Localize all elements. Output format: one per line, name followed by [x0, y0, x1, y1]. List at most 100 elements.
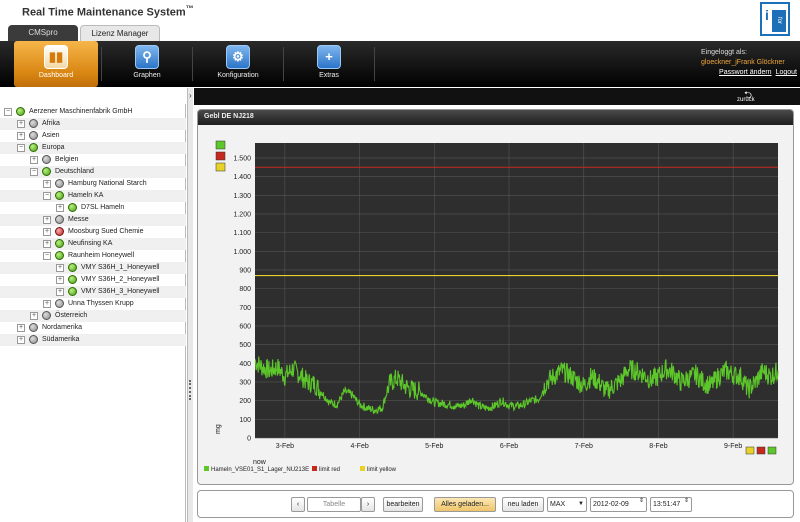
tree-item[interactable]: − Raunheim Honeywell	[0, 250, 186, 262]
back-button[interactable]: ⮌ zurück	[737, 88, 761, 105]
tree-item[interactable]: + Österreich	[0, 310, 186, 322]
y-tick-label: 1.500	[233, 155, 251, 162]
chevron-down-icon: ▼	[578, 501, 584, 507]
time-field[interactable]: 13:51:47 ⇕	[650, 497, 692, 512]
expand-icon[interactable]: +	[17, 132, 25, 140]
tree-item[interactable]: + Afrika	[0, 118, 186, 130]
tree-item[interactable]: + VMY S36H_1_Honeywell	[0, 262, 186, 274]
status-grey-icon	[29, 323, 38, 332]
tree-item[interactable]: + Neufinsing KA	[0, 238, 186, 250]
status-green-icon	[55, 191, 64, 200]
range-value: MAX	[550, 501, 566, 508]
y-tick-label: 300	[239, 379, 251, 386]
change-password-link[interactable]: Passwort ändern	[719, 69, 772, 76]
status-green-icon	[55, 251, 64, 260]
tree-item[interactable]: + Hamburg National Starch	[0, 178, 186, 190]
expand-icon[interactable]: +	[17, 324, 25, 332]
x-start-label: now	[253, 459, 267, 466]
tree-item[interactable]: + Messe	[0, 214, 186, 226]
collapse-icon[interactable]: −	[17, 144, 25, 152]
collapse-icon[interactable]: −	[4, 108, 12, 116]
tree-item[interactable]: + Südamerika	[0, 334, 186, 346]
tree-item-label: Moosburg Sued Chemie	[68, 228, 144, 235]
y-tick-label: 900	[239, 267, 251, 274]
nav-dashboard[interactable]: ▮▮ Dashboard	[14, 41, 98, 87]
status-green-icon	[29, 143, 38, 152]
tree-item-label: Afrika	[42, 120, 60, 127]
title-bar: Real Time Maintenance System™ i for	[0, 0, 800, 36]
logout-link[interactable]: Logout	[776, 69, 797, 76]
tab-cmspro[interactable]: CMSpro	[8, 25, 78, 41]
expand-icon[interactable]: +	[43, 228, 51, 236]
all-loaded-button[interactable]: Alles geladen...	[434, 497, 496, 512]
expand-icon[interactable]: +	[56, 204, 64, 212]
chart-panel: Gebl DE NJ218 0 100 200 300 400 500 600 700 800 9…	[197, 109, 794, 485]
logo-text: for	[772, 10, 786, 32]
collapse-icon[interactable]: −	[30, 168, 38, 176]
collapse-icon[interactable]: −	[43, 192, 51, 200]
edit-button[interactable]: bearbeiten	[383, 497, 423, 512]
y-tick-label: 1.000	[233, 249, 251, 256]
prev-button[interactable]: ‹	[291, 497, 305, 512]
expand-icon[interactable]: +	[43, 180, 51, 188]
next-button[interactable]: ›	[361, 497, 375, 512]
expand-icon[interactable]: +	[17, 120, 25, 128]
status-yellow-icon	[745, 446, 755, 455]
tree-item[interactable]: + D7SL Hameln	[0, 202, 186, 214]
y-axis-label: mg	[215, 424, 222, 434]
tree-item[interactable]: + VMY S36H_3_Honeywell	[0, 286, 186, 298]
status-red-icon	[756, 446, 766, 455]
status-grey-icon	[29, 119, 38, 128]
user-links: Passwort ändern Logout	[701, 68, 797, 78]
tree-item[interactable]: − Aerzener Maschinenfabrik GmbH	[0, 106, 186, 118]
nav-divider	[192, 47, 193, 81]
tree-item[interactable]: + Asien	[0, 130, 186, 142]
date-field[interactable]: 2012-02-09 ⇕	[590, 497, 647, 512]
nav-graphen[interactable]: ⚲ Graphen	[105, 41, 189, 87]
nav-konfiguration[interactable]: ⚙ Konfiguration	[196, 41, 280, 87]
app-title: Real Time Maintenance System™	[22, 4, 194, 19]
tree-item[interactable]: + Unna Thyssen Krupp	[0, 298, 186, 310]
y-tick-label: 1.400	[233, 174, 251, 181]
expand-icon[interactable]: +	[43, 216, 51, 224]
range-select[interactable]: MAX ▼	[547, 497, 587, 512]
status-red-icon	[55, 227, 64, 236]
status-grey-icon	[42, 155, 51, 164]
status-green-icon	[215, 140, 226, 150]
tree-item[interactable]: + Belgien	[0, 154, 186, 166]
logo-letter: i	[765, 7, 769, 23]
expand-icon[interactable]: +	[17, 336, 25, 344]
y-tick-label: 1.300	[233, 193, 251, 200]
tree-item[interactable]: + Nordamerika	[0, 322, 186, 334]
tree-item[interactable]: − Europa	[0, 142, 186, 154]
panel-splitter[interactable]: ›	[187, 88, 193, 522]
reload-button[interactable]: neu laden	[502, 497, 544, 512]
tree-item-label: Europa	[42, 144, 65, 151]
tree-item[interactable]: + Moosburg Sued Chemie	[0, 226, 186, 238]
collapse-icon[interactable]: −	[43, 252, 51, 260]
tree-item[interactable]: − Hameln KA	[0, 190, 186, 202]
expand-icon[interactable]: +	[30, 156, 38, 164]
splitter-grip-icon[interactable]	[189, 380, 192, 400]
status-grey-icon	[55, 299, 64, 308]
spinner-icon[interactable]: ⇕	[639, 498, 644, 504]
expand-icon[interactable]: +	[56, 288, 64, 296]
expand-icon[interactable]: +	[56, 264, 64, 272]
expand-icon[interactable]: +	[43, 240, 51, 248]
expand-icon[interactable]: +	[56, 276, 64, 284]
tab-lizenz-manager[interactable]: Lizenz Manager	[80, 25, 160, 41]
tree-item[interactable]: + VMY S36H_2_Honeywell	[0, 274, 186, 286]
nav-extras[interactable]: + Extras	[287, 41, 371, 87]
expand-icon[interactable]: +	[30, 312, 38, 320]
y-tick-label: 800	[239, 286, 251, 293]
table-button[interactable]: Tabelle	[307, 497, 361, 512]
location-tree: − Aerzener Maschinenfabrik GmbH + Afrika + As…	[0, 104, 186, 522]
legend-swatch	[204, 466, 209, 471]
app-window: Real Time Maintenance System™ i for CMSp…	[0, 0, 800, 522]
collapse-arrow-icon[interactable]: ›	[189, 91, 192, 100]
date-value: 2012-02-09	[593, 501, 629, 508]
spinner-icon[interactable]: ⇕	[684, 498, 689, 504]
expand-icon[interactable]: +	[43, 300, 51, 308]
x-tick-label: 6-Feb	[500, 443, 518, 450]
tree-item[interactable]: − Deutschland	[0, 166, 186, 178]
